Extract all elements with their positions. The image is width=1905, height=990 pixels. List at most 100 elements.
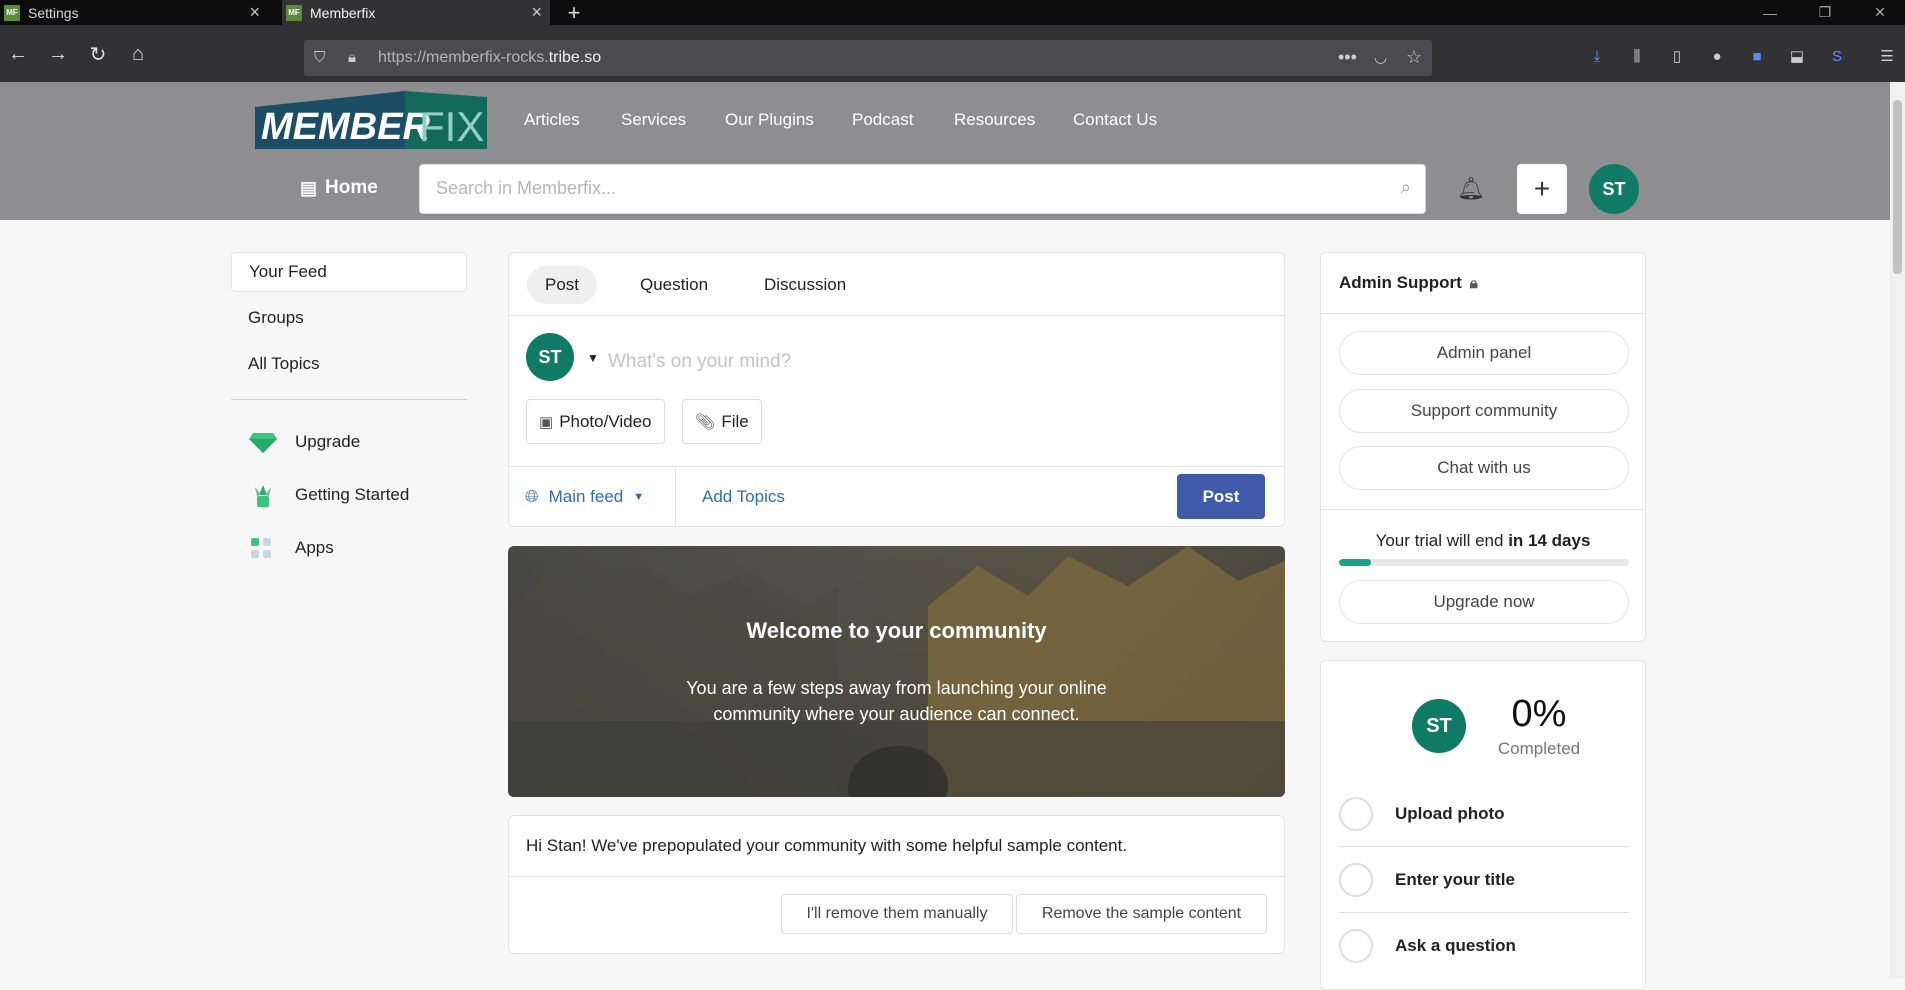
search-icon[interactable]: ⌕: [1401, 177, 1411, 198]
library-icon[interactable]: ⫼: [1626, 45, 1648, 67]
checklist-label: Enter your title: [1395, 870, 1515, 889]
home-icon[interactable]: ⌂: [124, 40, 152, 68]
upgrade-now-button[interactable]: Upgrade now: [1339, 580, 1629, 624]
divider: [509, 315, 1284, 316]
banner-forest-image: [508, 546, 1285, 797]
divider: [509, 466, 1284, 467]
avatar[interactable]: ST: [1412, 699, 1466, 753]
file-button[interactable]: 📎︎ File: [682, 399, 762, 444]
reload-icon[interactable]: ↻: [84, 40, 112, 68]
search-box[interactable]: ⌕: [419, 164, 1426, 214]
avatar[interactable]: ST: [1589, 164, 1639, 214]
page-scrollbar[interactable]: [1890, 82, 1905, 978]
bookmark-star-icon[interactable]: ☆: [1406, 47, 1422, 68]
trial-days: in 14 days: [1508, 531, 1591, 550]
chat-with-us-button[interactable]: Chat with us: [1339, 446, 1629, 490]
extension-icon[interactable]: ●: [1706, 45, 1728, 67]
download-icon[interactable]: ⤓: [1586, 45, 1608, 67]
unchecked-circle-icon: [1339, 797, 1373, 831]
photo-video-label: Photo/Video: [559, 411, 652, 431]
new-tab-icon[interactable]: +: [560, 0, 588, 25]
bell-icon[interactable]: 🔔︎: [1457, 176, 1485, 202]
caret-down-icon[interactable]: ▼: [587, 351, 599, 365]
forward-icon[interactable]: →: [44, 40, 72, 68]
browser-tab-settings[interactable]: MF Settings ×: [0, 0, 268, 25]
extension-icon[interactable]: ■: [1746, 45, 1768, 67]
sidebar-link-label: Getting Started: [295, 485, 410, 504]
divider: [1321, 313, 1645, 314]
photo-video-button[interactable]: ▣ Photo/Video: [526, 399, 665, 444]
url-bar[interactable]: ⛉ 🔒︎ https://memberfix-rocks.tribe.so ••…: [304, 40, 1432, 76]
tab-question[interactable]: Question: [622, 266, 726, 304]
admin-title-label: Admin Support: [1339, 273, 1462, 292]
image-icon: ▣: [539, 413, 554, 431]
pocket-icon[interactable]: ◡: [1374, 48, 1387, 66]
tab-post[interactable]: Post: [527, 266, 598, 304]
sidebar-link-label: Apps: [295, 538, 334, 557]
lock-icon[interactable]: 🔒︎: [348, 49, 356, 66]
checklist-upload-photo[interactable]: Upload photo: [1339, 784, 1629, 844]
post-input[interactable]: What's on your mind?: [608, 351, 791, 373]
completion-percent: 0%: [1511, 693, 1567, 735]
home-label: Home: [325, 177, 378, 198]
nav-podcast[interactable]: Podcast: [852, 110, 913, 130]
restore-icon[interactable]: ❐: [1802, 0, 1848, 25]
add-button[interactable]: +: [1517, 164, 1567, 214]
memberfix-favicon: MF: [286, 4, 302, 21]
nav-resources[interactable]: Resources: [954, 110, 1035, 130]
welcome-banner: Welcome to your community You are a few …: [508, 546, 1285, 797]
tab-discussion[interactable]: Discussion: [746, 266, 864, 304]
remove-manually-button[interactable]: I'll remove them manually: [781, 894, 1013, 934]
banner-text: You are a few steps away from launching …: [686, 678, 1107, 724]
nav-services[interactable]: Services: [621, 110, 686, 130]
nav-contact-us[interactable]: Contact Us: [1073, 110, 1157, 130]
remove-sample-button[interactable]: Remove the sample content: [1016, 894, 1267, 934]
sidebar-link-upgrade[interactable]: Upgrade: [249, 427, 360, 457]
lock-icon: 🔒︎: [1469, 274, 1478, 292]
nav-articles[interactable]: Articles: [524, 110, 580, 130]
tab-label: Settings: [28, 4, 79, 21]
minimize-icon[interactable]: —: [1747, 0, 1793, 25]
divider: [1321, 509, 1645, 510]
more-actions-icon[interactable]: •••: [1338, 47, 1357, 68]
search-input[interactable]: [420, 165, 1380, 211]
admin-panel-button[interactable]: Admin panel: [1339, 331, 1629, 375]
support-community-button[interactable]: Support community: [1339, 389, 1629, 433]
sidebar-link-apps[interactable]: Apps: [249, 533, 334, 563]
avatar[interactable]: ST: [526, 333, 574, 381]
shield-icon[interactable]: ⛉: [314, 49, 325, 66]
menu-icon[interactable]: ☰: [1876, 45, 1898, 67]
back-icon[interactable]: ←: [4, 40, 32, 68]
checklist-enter-title[interactable]: Enter your title: [1339, 850, 1629, 910]
url-prefix: https://memberfix-rocks.: [378, 49, 549, 66]
checklist-label: Ask a question: [1395, 936, 1516, 955]
browser-tab-memberfix[interactable]: MF Memberfix ×: [282, 0, 550, 25]
browser-tab-bar: MF Settings × MF Memberfix × + — ❐ ✕: [0, 0, 1905, 25]
home-button[interactable]: ▤ Home: [300, 177, 378, 199]
sidebar-link-getting-started[interactable]: Getting Started: [249, 480, 409, 510]
add-topics-link[interactable]: Add Topics: [702, 487, 785, 507]
checklist-ask-question[interactable]: Ask a question: [1339, 916, 1629, 976]
sidebar-icon[interactable]: ▯: [1666, 45, 1688, 67]
extension-icon[interactable]: S: [1826, 45, 1848, 67]
feed-selector[interactable]: 🌐︎ Main feed ▼: [525, 487, 644, 507]
logo-text-member: MEMBER: [261, 106, 430, 148]
banner-title: Welcome to your community: [746, 618, 1047, 643]
url-domain: tribe.so: [548, 49, 602, 66]
post-button[interactable]: Post: [1177, 474, 1265, 519]
close-tab-icon[interactable]: ×: [531, 2, 542, 23]
nav-our-plugins[interactable]: Our Plugins: [725, 110, 814, 130]
url-text[interactable]: https://memberfix-rocks.tribe.so: [378, 49, 601, 67]
tab-label: Memberfix: [310, 4, 376, 21]
completion-label: Completed: [1497, 739, 1581, 758]
sidebar-item-all-topics[interactable]: All Topics: [231, 344, 467, 384]
scrollbar-thumb[interactable]: [1893, 100, 1902, 274]
close-tab-icon[interactable]: ×: [249, 2, 260, 23]
divider: [1339, 846, 1629, 847]
checklist-label: Upload photo: [1395, 804, 1505, 823]
sidebar-item-groups[interactable]: Groups: [231, 298, 467, 338]
extension-icon[interactable]: ⬓: [1786, 45, 1808, 67]
memberfix-logo[interactable]: MEMBER FIX: [255, 89, 487, 151]
window-close-icon[interactable]: ✕: [1857, 0, 1903, 25]
sidebar-item-your-feed[interactable]: Your Feed: [231, 252, 467, 292]
